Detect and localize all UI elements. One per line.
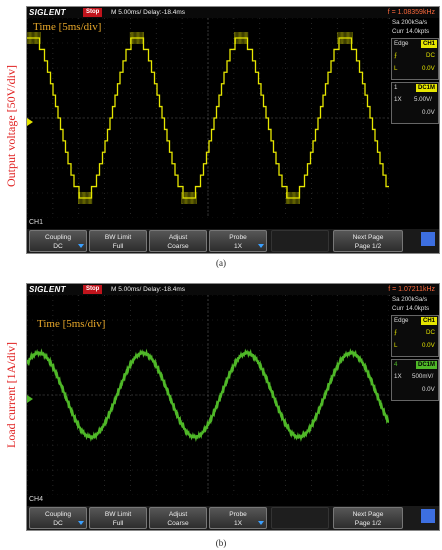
softkey-value: Full xyxy=(112,243,124,250)
caption-a: (a) xyxy=(216,258,226,268)
navigation-icon[interactable] xyxy=(421,509,435,523)
trigger-mode: Edge xyxy=(394,40,409,47)
softkey-value: Coarse xyxy=(167,520,189,527)
info-sidebar: Sa 200kSa/s Curr 14.0kpts Edge CH1 ⨍ DC … xyxy=(390,18,439,218)
adjust-softkey[interactable]: Adjust Coarse xyxy=(149,507,207,529)
waveform-grid xyxy=(27,18,389,218)
oscilloscope-screen-a: SIGLENT Stop M 5.00ms/ Delay:-18.4ms f =… xyxy=(26,6,440,254)
softkey-label: Probe xyxy=(229,511,247,518)
trigger-source-tag: CH1 xyxy=(420,40,437,48)
probe-softkey[interactable]: Probe 1X xyxy=(209,230,267,252)
softkey-label: Adjust xyxy=(168,234,188,241)
channel-footer-label: CH1 xyxy=(29,219,44,226)
frequency-readout: f = 1.08359kHz xyxy=(387,9,435,16)
time-scale-label: Time [5ms/div] xyxy=(33,21,102,33)
level-label: L xyxy=(394,65,398,72)
frequency-readout: f = 1.07211kHz xyxy=(388,286,435,293)
volts-per-div: 5.00V/ xyxy=(414,96,432,103)
select-arrow-icon xyxy=(258,244,264,248)
probe-ratio: 1X xyxy=(394,373,402,380)
channel-offset: 0.0V xyxy=(422,109,435,116)
channel-number: 4 xyxy=(394,361,398,368)
trigger-level: 0.0V xyxy=(422,342,435,349)
memory-depth: Curr 14.0kpts xyxy=(392,305,430,312)
select-arrow-icon xyxy=(78,521,84,525)
softkey-label: Coupling xyxy=(44,511,72,518)
trigger-coupling: DC xyxy=(426,52,435,59)
info-sidebar: Sa 200kSa/s Curr 14.0kpts Edge CH1 ⨍ DC … xyxy=(390,295,439,495)
run-stop-badge[interactable]: Stop xyxy=(83,285,103,294)
select-arrow-icon xyxy=(78,244,84,248)
channel-coupling-tag: DC1M xyxy=(415,361,437,369)
y-axis-label-b: Load current [1A/div] xyxy=(4,342,18,448)
time-scale-label: Time [5ms/div] xyxy=(37,318,106,330)
coupling-softkey[interactable]: Coupling DC xyxy=(29,507,87,529)
memory-depth: Curr 14.0kpts xyxy=(392,28,430,35)
slope-icon: ⨍ xyxy=(394,52,398,59)
softkey-menu: Coupling DC BW Limit Full Adjust Coarse Pro… xyxy=(27,229,439,253)
softkey-value: Full xyxy=(112,520,124,527)
softkey-label: Next Page xyxy=(352,511,384,518)
next-page-softkey[interactable]: Next Page Page 1/2 xyxy=(333,230,403,252)
trigger-mode: Edge xyxy=(394,317,409,324)
softkey-value: Page 1/2 xyxy=(354,520,382,527)
bw-limit-softkey[interactable]: BW Limit Full xyxy=(89,507,147,529)
softkey-label: BW Limit xyxy=(104,234,132,241)
trigger-coupling: DC xyxy=(426,329,435,336)
trigger-level: 0.0V xyxy=(422,65,435,72)
trigger-settings-box[interactable]: Edge CH1 ⨍ DC L 0.0V xyxy=(391,315,439,357)
softkey-label: Coupling xyxy=(44,234,72,241)
caption-b: (b) xyxy=(215,538,227,548)
softkey-label: Adjust xyxy=(168,511,188,518)
timebase-readout: M 5.00ms/ Delay:-18.4ms xyxy=(111,9,186,16)
softkey-menu: Coupling DC BW Limit Full Adjust Coarse Pro… xyxy=(27,506,439,530)
channel-footer-label: CH4 xyxy=(29,496,44,503)
oscilloscope-screen-b: SIGLENT Stop M 5.00ms/ Delay:-18.4ms f =… xyxy=(26,283,440,531)
sample-rate: Sa 200kSa/s xyxy=(392,19,428,26)
adjust-softkey[interactable]: Adjust Coarse xyxy=(149,230,207,252)
probe-ratio: 1X xyxy=(394,96,402,103)
softkey-label: Next Page xyxy=(352,234,384,241)
channel-number: 1 xyxy=(394,84,398,91)
bw-limit-softkey[interactable]: BW Limit Full xyxy=(89,230,147,252)
channel-offset: 0.0V xyxy=(422,386,435,393)
blank-softkey[interactable] xyxy=(271,230,329,252)
channel-settings-box[interactable]: 1 DC1M 1X 5.00V/ 0.0V xyxy=(391,82,439,124)
softkey-label: BW Limit xyxy=(104,511,132,518)
probe-softkey[interactable]: Probe 1X xyxy=(209,507,267,529)
coupling-softkey[interactable]: Coupling DC xyxy=(29,230,87,252)
navigation-icon[interactable] xyxy=(421,232,435,246)
slope-icon: ⨍ xyxy=(394,329,398,336)
channel-marker-icon xyxy=(27,395,33,403)
softkey-label: Probe xyxy=(229,234,247,241)
run-stop-badge[interactable]: Stop xyxy=(83,8,103,17)
trigger-source-tag: CH1 xyxy=(420,317,437,325)
select-arrow-icon xyxy=(258,521,264,525)
volts-per-div: 500mV/ xyxy=(412,373,434,380)
channel-settings-box[interactable]: 4 DC1M 1X 500mV/ 0.0V xyxy=(391,359,439,401)
channel-marker-icon xyxy=(27,118,33,126)
trigger-settings-box[interactable]: Edge CH1 ⨍ DC L 0.0V xyxy=(391,38,439,80)
level-label: L xyxy=(394,342,398,349)
sample-rate: Sa 200kSa/s xyxy=(392,296,428,303)
softkey-value: Page 1/2 xyxy=(354,243,382,250)
softkey-value: Coarse xyxy=(167,243,189,250)
next-page-softkey[interactable]: Next Page Page 1/2 xyxy=(333,507,403,529)
y-axis-label-a: Output voltage [50V/div] xyxy=(4,65,18,187)
brand-logo: SIGLENT xyxy=(29,8,66,17)
brand-logo: SIGLENT xyxy=(29,285,66,294)
timebase-readout: M 5.00ms/ Delay:-18.4ms xyxy=(111,286,186,293)
channel-coupling-tag: DC1M xyxy=(415,84,437,92)
blank-softkey[interactable] xyxy=(271,507,329,529)
